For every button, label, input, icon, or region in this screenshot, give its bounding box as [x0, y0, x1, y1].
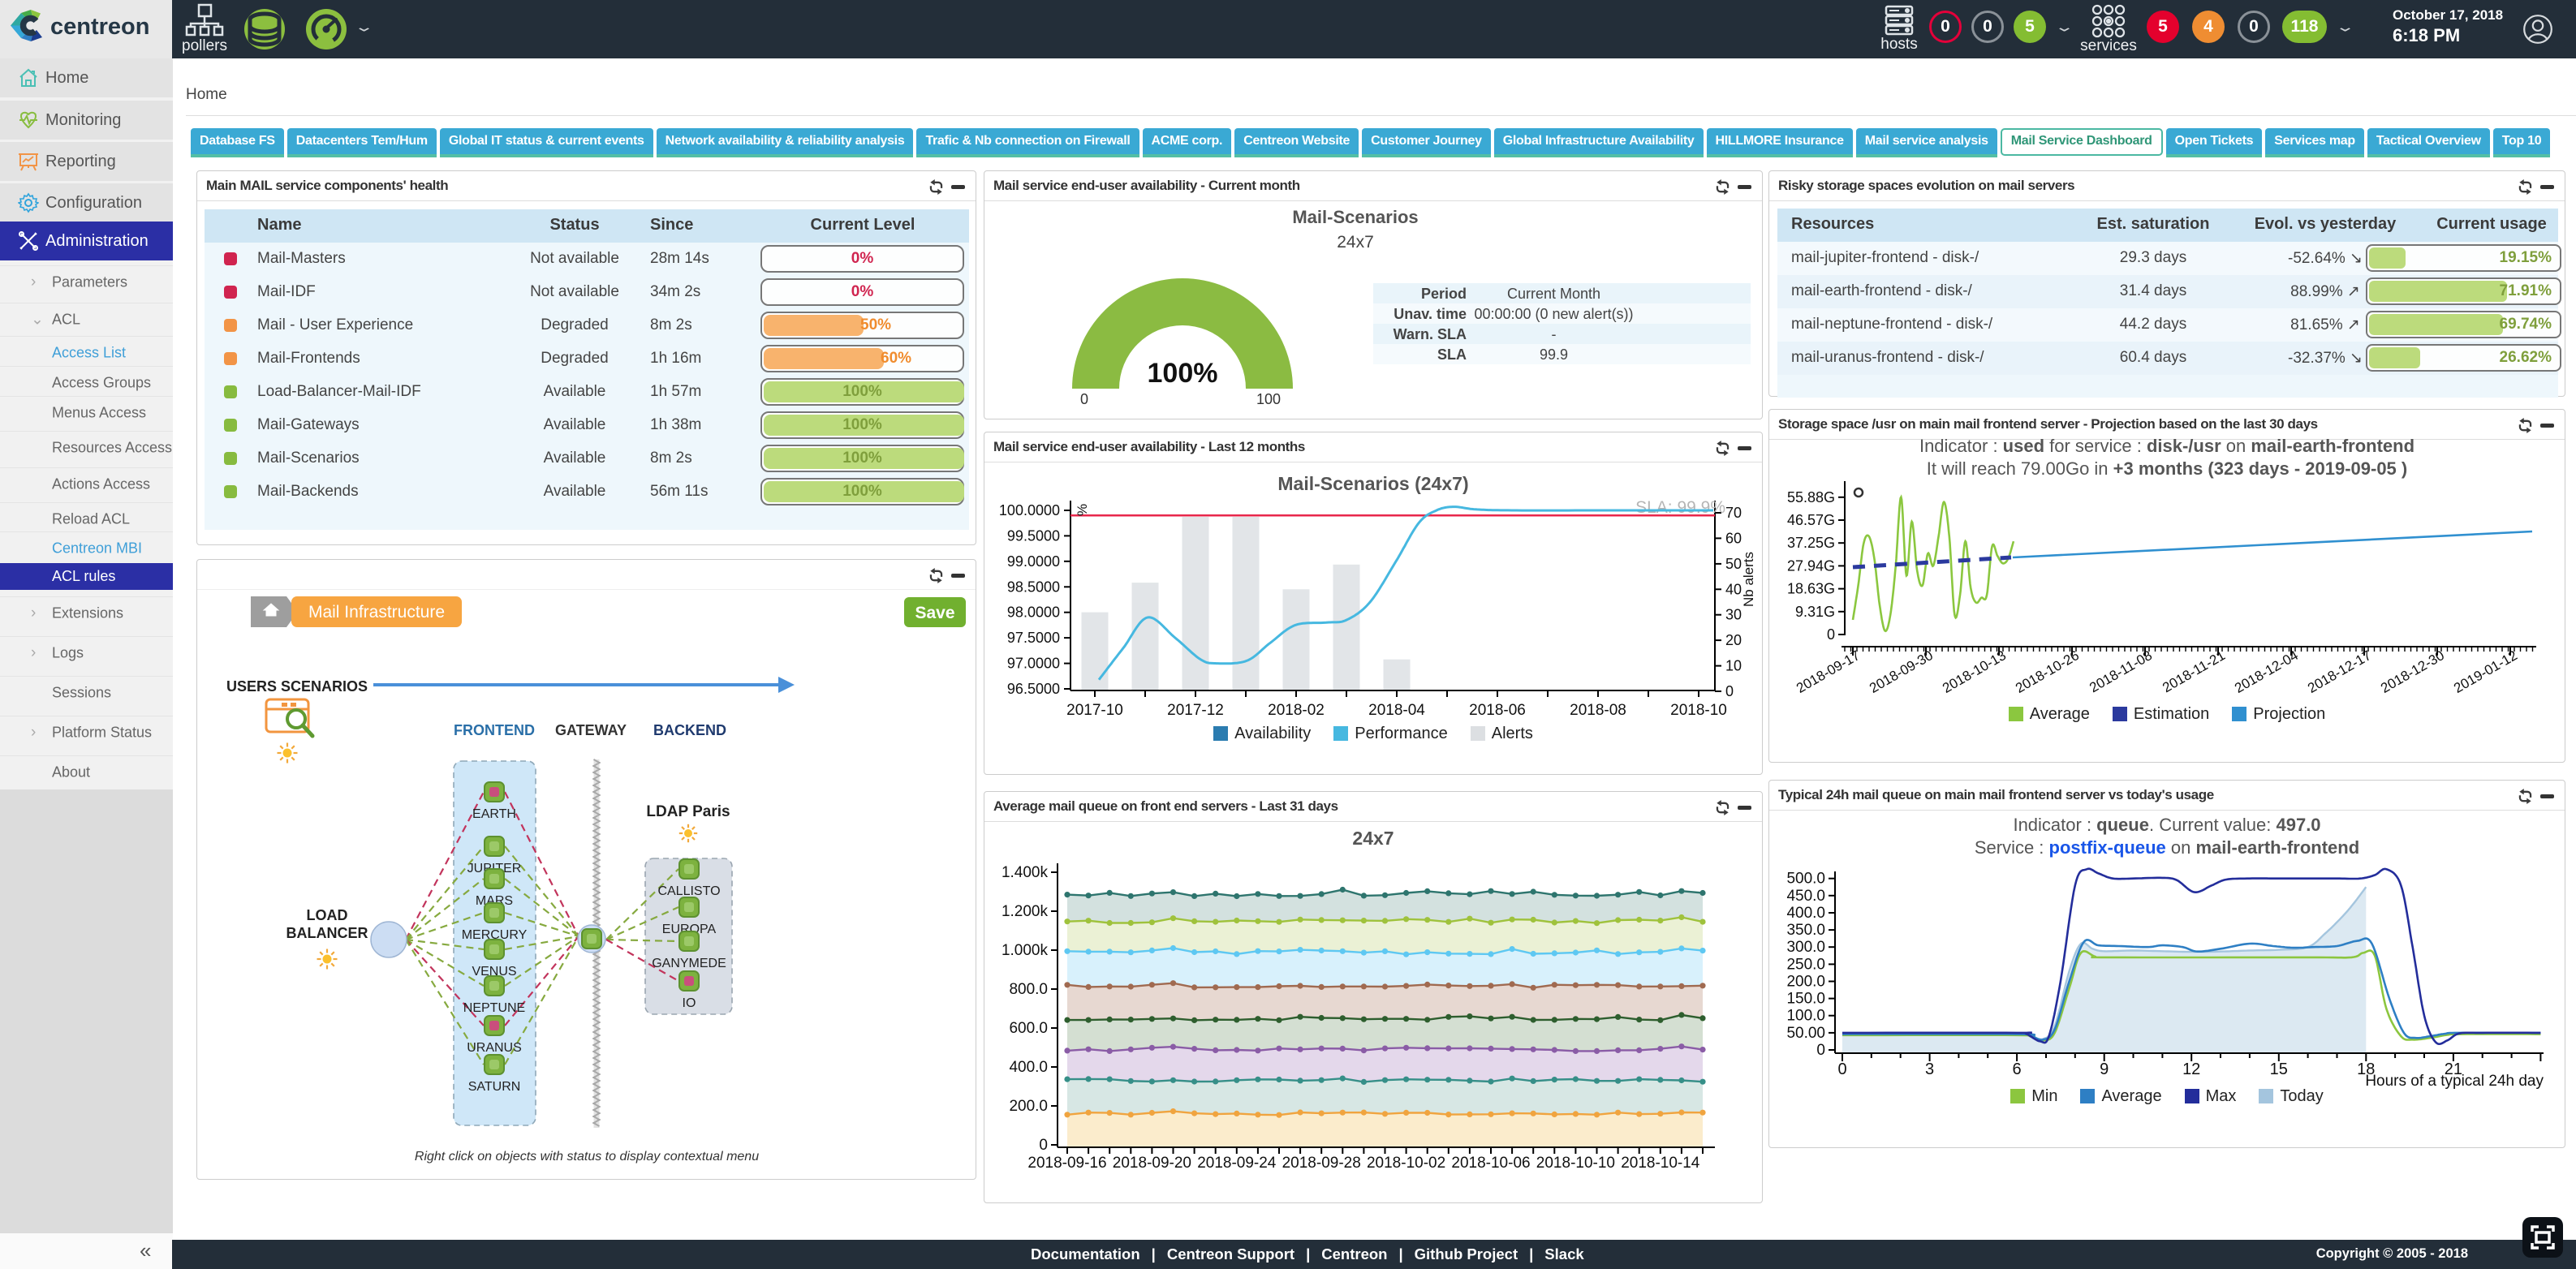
svg-text:20: 20	[1725, 632, 1742, 648]
svg-text:2018-10-02: 2018-10-02	[1367, 1155, 1445, 1172]
svg-text:2018-02: 2018-02	[1268, 702, 1325, 719]
svg-text:Mail Infrastructure: Mail Infrastructure	[308, 603, 445, 622]
svg-text:USERS SCENARIOS: USERS SCENARIOS	[226, 678, 368, 695]
svg-text:50: 50	[1725, 556, 1742, 572]
svg-text:9: 9	[2100, 1060, 2109, 1078]
svg-text:1.400k: 1.400k	[1002, 864, 1049, 881]
svg-text:2018-11-08: 2018-11-08	[2087, 647, 2155, 695]
svg-text:200.0: 200.0	[1009, 1098, 1048, 1115]
svg-text:2018-10-13: 2018-10-13	[1940, 647, 2009, 696]
svg-text:500.0: 500.0	[1786, 871, 1825, 888]
svg-text:BACKEND: BACKEND	[653, 722, 726, 738]
svg-text:12: 12	[2182, 1060, 2200, 1078]
svg-text:0: 0	[1039, 1137, 1048, 1154]
svg-text:0: 0	[1837, 1060, 1846, 1078]
svg-text:%: %	[1075, 504, 1090, 516]
svg-text:GANYMEDE: GANYMEDE	[652, 957, 726, 970]
svg-text:100.0: 100.0	[1786, 1008, 1825, 1025]
svg-text:2018-09-28: 2018-09-28	[1282, 1155, 1361, 1172]
svg-text:9.31G: 9.31G	[1795, 604, 1835, 620]
svg-text:37.25G: 37.25G	[1787, 535, 1835, 551]
svg-text:97.0000: 97.0000	[1007, 656, 1060, 672]
svg-text:0: 0	[1725, 683, 1734, 699]
svg-text:centreon: centreon	[50, 14, 149, 40]
svg-text:IO: IO	[683, 996, 696, 1010]
svg-text:18.63G: 18.63G	[1787, 581, 1835, 597]
svg-text:99.0000: 99.0000	[1007, 553, 1060, 570]
svg-text:2018-09-30: 2018-09-30	[1867, 647, 1936, 696]
svg-text:1.000k: 1.000k	[1002, 942, 1049, 959]
svg-text:0: 0	[1827, 626, 1835, 643]
svg-text:6: 6	[2013, 1060, 2022, 1078]
svg-text:40: 40	[1725, 581, 1742, 597]
svg-text:99.5000: 99.5000	[1007, 527, 1060, 544]
svg-text:BALANCER: BALANCER	[286, 925, 368, 941]
svg-text:2017-12: 2017-12	[1167, 702, 1224, 719]
svg-text:2018-06: 2018-06	[1469, 702, 1526, 719]
svg-text:URANUS: URANUS	[467, 1041, 522, 1055]
svg-text:96.5000: 96.5000	[1007, 681, 1060, 697]
svg-text:70: 70	[1725, 505, 1742, 521]
svg-text:2018-09-16: 2018-09-16	[1027, 1155, 1106, 1172]
svg-text:98.5000: 98.5000	[1007, 579, 1060, 595]
svg-text:2018-12-04: 2018-12-04	[2232, 647, 2301, 696]
svg-text:450.0: 450.0	[1786, 888, 1825, 905]
svg-text:EARTH: EARTH	[472, 807, 516, 821]
svg-text:Right click on objects with st: Right click on objects with status to di…	[415, 1150, 759, 1164]
svg-text:2018-09-17: 2018-09-17	[1794, 647, 1863, 696]
svg-text:2018-10-14: 2018-10-14	[1621, 1155, 1700, 1172]
svg-text:400.0: 400.0	[1009, 1059, 1048, 1076]
svg-text:2018-10-06: 2018-10-06	[1451, 1155, 1530, 1172]
svg-text:55.88G: 55.88G	[1787, 489, 1835, 505]
svg-text:Save: Save	[915, 604, 954, 622]
svg-text:2018-10-26: 2018-10-26	[2013, 647, 2082, 696]
svg-text:800.0: 800.0	[1009, 981, 1048, 998]
svg-text:SATURN: SATURN	[468, 1080, 521, 1094]
svg-text:Nb alerts: Nb alerts	[1741, 552, 1756, 607]
svg-text:LOAD: LOAD	[307, 907, 348, 923]
svg-text:2018-09-24: 2018-09-24	[1197, 1155, 1277, 1172]
svg-text:600.0: 600.0	[1009, 1020, 1048, 1037]
svg-text:2018-12-30: 2018-12-30	[2378, 647, 2447, 696]
svg-text:15: 15	[2270, 1060, 2288, 1078]
svg-text:2018-08: 2018-08	[1570, 702, 1626, 719]
svg-text:100.0000: 100.0000	[999, 502, 1060, 518]
svg-text:350.0: 350.0	[1786, 922, 1825, 939]
svg-text:200.0: 200.0	[1786, 974, 1825, 991]
svg-text:FRONTEND: FRONTEND	[454, 722, 535, 738]
svg-text:300.0: 300.0	[1786, 939, 1825, 956]
svg-text:2017-10: 2017-10	[1066, 702, 1123, 719]
svg-text:2018-04: 2018-04	[1368, 702, 1425, 719]
svg-text:2018-12-17: 2018-12-17	[2305, 647, 2374, 696]
svg-text:GATEWAY: GATEWAY	[555, 722, 627, 738]
svg-text:30: 30	[1725, 607, 1742, 623]
svg-text:2019-01-12: 2019-01-12	[2451, 647, 2520, 696]
svg-text:400.0: 400.0	[1786, 905, 1825, 922]
svg-text:97.5000: 97.5000	[1007, 630, 1060, 646]
svg-text:60: 60	[1725, 530, 1742, 546]
svg-text:2018-10-10: 2018-10-10	[1536, 1155, 1615, 1172]
svg-text:2018-11-21: 2018-11-21	[2160, 647, 2228, 695]
svg-text:NEPTUNE: NEPTUNE	[463, 1001, 525, 1015]
svg-text:150.0: 150.0	[1786, 991, 1825, 1008]
svg-text:SLA: 99.9%: SLA: 99.9%	[1635, 498, 1725, 517]
svg-text:98.0000: 98.0000	[1007, 604, 1060, 621]
svg-text:50.00: 50.00	[1786, 1025, 1825, 1042]
svg-text:0: 0	[1816, 1042, 1825, 1059]
svg-text:3: 3	[1925, 1060, 1934, 1078]
svg-text:27.94G: 27.94G	[1787, 557, 1835, 574]
svg-text:46.57G: 46.57G	[1787, 512, 1835, 528]
svg-text:LDAP Paris: LDAP Paris	[646, 803, 730, 820]
svg-text:1.200k: 1.200k	[1002, 903, 1049, 920]
svg-text:250.0: 250.0	[1786, 956, 1825, 973]
svg-text:10: 10	[1725, 658, 1742, 674]
svg-text:100%: 100%	[1148, 358, 1218, 389]
svg-text:2018-09-20: 2018-09-20	[1113, 1155, 1191, 1172]
svg-text:2018-10: 2018-10	[1670, 702, 1727, 719]
svg-text:CALLISTO: CALLISTO	[657, 884, 720, 898]
